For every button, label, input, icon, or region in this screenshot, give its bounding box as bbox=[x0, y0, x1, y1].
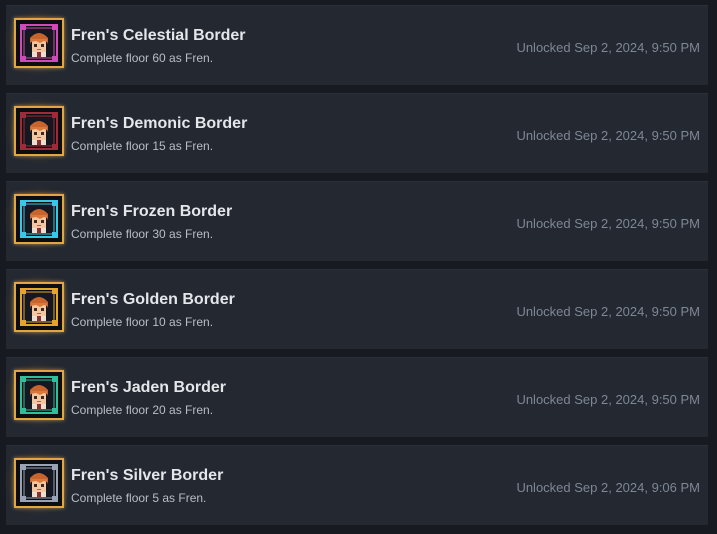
character-portrait bbox=[20, 200, 58, 238]
achievement-description: Complete floor 60 as Fren. bbox=[71, 51, 214, 65]
achievement-icon-container bbox=[2, 183, 74, 255]
achievement-row: Fren's Jaden Border Complete floor 20 as… bbox=[2, 357, 708, 437]
achievement-row: Fren's Silver Border Complete floor 5 as… bbox=[2, 445, 708, 525]
achievement-description: Complete floor 10 as Fren. bbox=[71, 315, 214, 329]
achievement-unlock-time: Unlocked Sep 2, 2024, 9:50 PM bbox=[516, 128, 700, 143]
achievement-unlock-time: Unlocked Sep 2, 2024, 9:50 PM bbox=[516, 216, 700, 231]
achievement-title: Fren's Demonic Border bbox=[71, 115, 248, 132]
achievement-title: Fren's Jaden Border bbox=[71, 379, 226, 396]
character-portrait bbox=[20, 24, 58, 62]
fren-demonic-border-icon bbox=[14, 106, 64, 156]
fren-frozen-border-icon bbox=[14, 194, 64, 244]
achievement-unlock-time: Unlocked Sep 2, 2024, 9:06 PM bbox=[516, 480, 700, 495]
character-portrait bbox=[20, 464, 58, 502]
character-portrait bbox=[20, 112, 58, 150]
achievement-icon-container bbox=[2, 7, 74, 79]
achievement-description: Complete floor 5 as Fren. bbox=[71, 491, 207, 505]
achievement-description: Complete floor 15 as Fren. bbox=[71, 139, 214, 153]
achievement-description: Complete floor 20 as Fren. bbox=[71, 403, 214, 417]
achievement-description: Complete floor 30 as Fren. bbox=[71, 227, 214, 241]
achievement-row: Fren's Demonic Border Complete floor 15 … bbox=[2, 93, 708, 173]
achievement-title: Fren's Golden Border bbox=[71, 291, 235, 308]
achievement-icon-container bbox=[2, 359, 74, 431]
achievement-unlock-time: Unlocked Sep 2, 2024, 9:50 PM bbox=[516, 304, 700, 319]
achievement-row: Fren's Frozen Border Complete floor 30 a… bbox=[2, 181, 708, 261]
achievement-icon-container bbox=[2, 447, 74, 519]
character-portrait bbox=[20, 376, 58, 414]
achievement-title: Fren's Frozen Border bbox=[71, 203, 233, 220]
fren-jaden-border-icon bbox=[14, 370, 64, 420]
achievement-icon-container bbox=[2, 95, 74, 167]
achievement-unlock-time: Unlocked Sep 2, 2024, 9:50 PM bbox=[516, 40, 700, 55]
achievement-icon-container bbox=[2, 271, 74, 343]
achievement-row: Fren's Golden Border Complete floor 10 a… bbox=[2, 269, 708, 349]
fren-silver-border-icon bbox=[14, 458, 64, 508]
achievement-list: Fren's Celestial Border Complete floor 6… bbox=[2, 5, 708, 525]
achievement-title: Fren's Celestial Border bbox=[71, 27, 246, 44]
achievement-unlock-time: Unlocked Sep 2, 2024, 9:50 PM bbox=[516, 392, 700, 407]
achievement-row: Fren's Celestial Border Complete floor 6… bbox=[2, 5, 708, 85]
character-portrait bbox=[20, 288, 58, 326]
fren-golden-border-icon bbox=[14, 282, 64, 332]
achievement-title: Fren's Silver Border bbox=[71, 467, 224, 484]
fren-celestial-border-icon bbox=[14, 18, 64, 68]
